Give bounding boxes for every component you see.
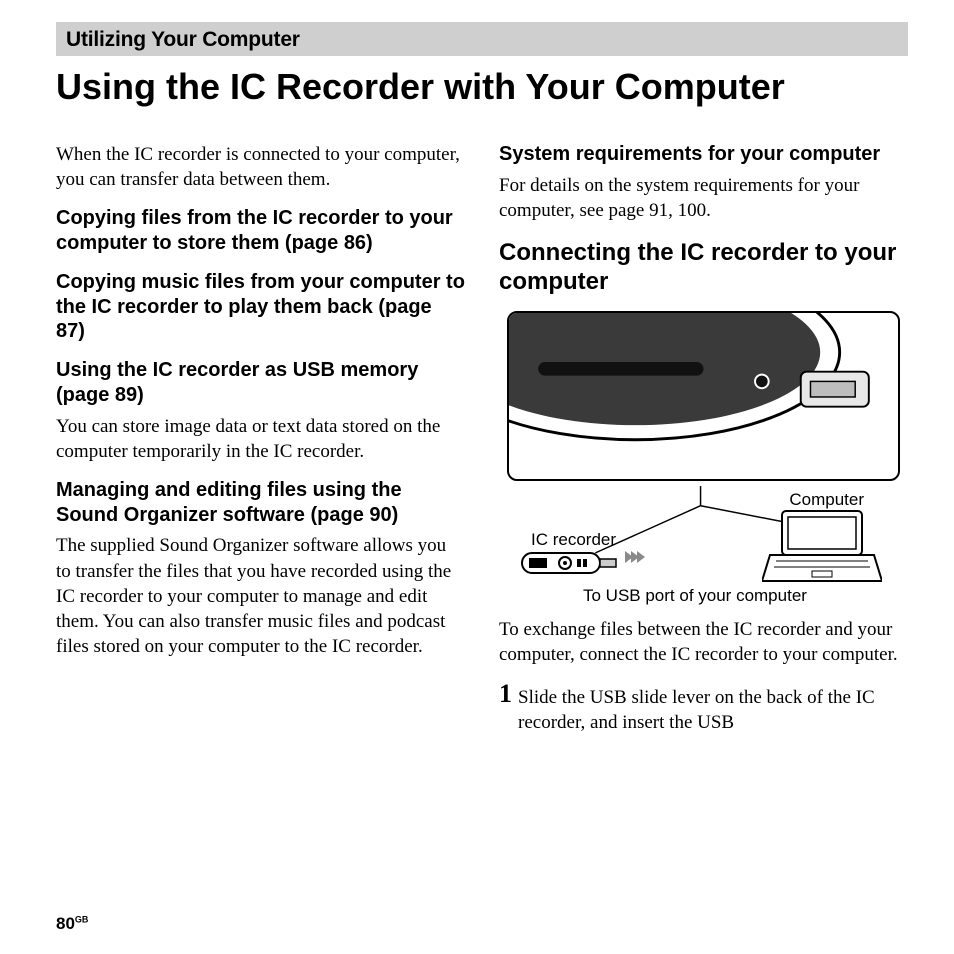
connection-figure — [507, 311, 900, 481]
arrow-icon — [625, 551, 643, 563]
left-column: When the IC recorder is connected to you… — [56, 142, 465, 735]
step-1: 1 Slide the USB slide lever on the back … — [499, 681, 908, 735]
recorder-closeup-icon — [509, 313, 898, 479]
heading-copy-to-computer: Copying files from the IC recorder to yo… — [56, 206, 465, 256]
paragraph-usb-memory: You can store image data or text data st… — [56, 414, 465, 464]
step-number: 1 — [499, 681, 512, 707]
figure-labels: Computer IC recorder — [507, 485, 900, 607]
heading-system-requirements: System requirements for your computer — [499, 142, 908, 167]
heading-sound-organizer: Managing and editing files using the Sou… — [56, 478, 465, 528]
paragraph-system-requirements: For details on the system requirements f… — [499, 173, 908, 223]
label-usb-port: To USB port of your computer — [583, 585, 807, 607]
section-banner: Utilizing Your Computer — [56, 22, 908, 56]
paragraph-exchange-files: To exchange files between the IC recorde… — [499, 617, 908, 667]
paragraph-sound-organizer: The supplied Sound Organizer software al… — [56, 533, 465, 658]
intro-paragraph: When the IC recorder is connected to you… — [56, 142, 465, 192]
page-title: Using the IC Recorder with Your Computer — [56, 66, 908, 108]
laptop-icon — [762, 509, 882, 587]
page-footer: 80GB — [56, 914, 88, 934]
section-banner-text: Utilizing Your Computer — [66, 28, 898, 52]
page-number: 80 — [56, 914, 75, 933]
ic-recorder-icon — [521, 549, 619, 577]
heading-copy-music: Copying music files from your computer t… — [56, 270, 465, 344]
heading-connecting: Connecting the IC recorder to your compu… — [499, 239, 908, 297]
region-code: GB — [75, 915, 89, 925]
two-column-layout: When the IC recorder is connected to you… — [56, 142, 908, 735]
heading-usb-memory: Using the IC recorder as USB memory (pag… — [56, 358, 465, 408]
right-column: System requirements for your computer Fo… — [499, 142, 908, 735]
step-text: Slide the USB slide lever on the back of… — [518, 681, 908, 735]
